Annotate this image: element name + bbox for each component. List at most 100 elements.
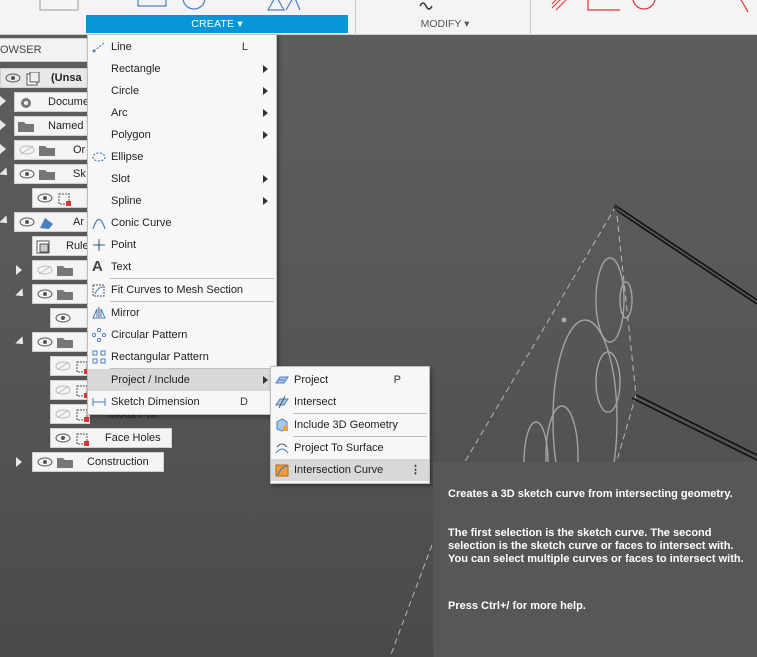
browser-item-analysis[interactable]: Ar [14, 212, 90, 232]
toolbar-separator [530, 0, 531, 34]
folder-icon [18, 120, 34, 132]
more-options-icon[interactable]: ⋮ [410, 459, 421, 481]
expand-arrow-icon[interactable] [0, 144, 6, 154]
eye-icon[interactable] [19, 217, 35, 227]
fit-curves-icon [92, 284, 105, 297]
submenu-arrow-icon [263, 87, 268, 95]
eye-hidden-icon[interactable] [19, 145, 35, 155]
browser-item-folder[interactable] [32, 260, 90, 280]
eye-hidden-icon[interactable] [55, 361, 71, 371]
browser-item-folder[interactable] [32, 284, 90, 304]
menu-item-circular-pattern[interactable]: Circular Pattern [88, 324, 276, 346]
analysis-icon [39, 216, 55, 229]
eye-icon[interactable] [37, 457, 53, 467]
submenu-arrow-icon [263, 376, 268, 384]
browser-item-sketch[interactable] [32, 188, 90, 208]
rule-icon [36, 240, 52, 254]
project-include-submenu: Project P Intersect Include 3D Geometry P… [270, 366, 430, 484]
sketch-icon [57, 192, 73, 206]
browser-item-label: Sk [73, 168, 86, 180]
eye-icon[interactable] [37, 289, 53, 299]
browser-item-rule[interactable]: Rule [32, 236, 90, 256]
eye-hidden-icon[interactable] [55, 409, 71, 419]
menu-item-ellipse[interactable]: Ellipse [88, 146, 276, 168]
menu-item-text[interactable]: A Text [88, 256, 276, 278]
expand-arrow-icon[interactable] [0, 120, 6, 130]
conic-curve-icon [92, 218, 106, 230]
menu-item-rectangle[interactable]: Rectangle [88, 58, 276, 80]
eye-icon[interactable] [55, 313, 71, 323]
menu-item-sketch-dimension[interactable]: Sketch Dimension D [88, 391, 276, 413]
menu-item-intersection-curve[interactable]: Intersection Curve ⋮ [271, 459, 429, 481]
circular-pattern-icon [92, 328, 106, 342]
folder-icon [57, 264, 73, 276]
toolbar-separator [355, 0, 356, 34]
component-icon [25, 71, 41, 86]
sketch-icon [75, 432, 91, 446]
menu-item-include-3d-geometry[interactable]: Include 3D Geometry [271, 414, 429, 436]
intersection-curve-icon [275, 464, 289, 477]
menu-item-rectangular-pattern[interactable]: Rectangular Pattern [88, 346, 276, 368]
menu-item-slot[interactable]: Slot [88, 168, 276, 190]
menu-item-project[interactable]: Project P [271, 369, 429, 391]
menu-item-line[interactable]: Line L [88, 36, 276, 58]
browser-header[interactable]: OWSER [0, 38, 89, 62]
gear-icon [18, 96, 34, 108]
eye-icon[interactable] [5, 73, 21, 83]
expand-arrow-icon[interactable] [16, 457, 22, 467]
intersect-icon [275, 395, 289, 409]
menu-item-project-to-surface[interactable]: Project To Surface [271, 437, 429, 459]
expand-arrow-icon[interactable] [0, 96, 6, 106]
menu-item-circle[interactable]: Circle [88, 80, 276, 102]
menu-item-polygon[interactable]: Polygon [88, 124, 276, 146]
folder-icon [39, 168, 55, 180]
menu-item-intersect[interactable]: Intersect [271, 391, 429, 413]
browser-item-angle-cut[interactable] [50, 404, 90, 424]
submenu-arrow-icon [263, 175, 268, 183]
menu-item-arc[interactable]: Arc [88, 102, 276, 124]
eye-hidden-icon[interactable] [55, 385, 71, 395]
create-menu-button[interactable]: CREATE ▾ [86, 15, 348, 33]
browser-item-sketch[interactable] [50, 356, 90, 376]
toolbar-icons-strip [39, 0, 749, 13]
project-to-surface-icon [275, 443, 289, 454]
project-icon [275, 376, 289, 384]
browser-root-node[interactable]: (Unsa [0, 68, 90, 88]
menu-item-point[interactable]: Point [88, 234, 276, 256]
eye-icon[interactable] [19, 169, 35, 179]
eye-icon[interactable] [37, 193, 53, 203]
folder-icon [57, 456, 73, 468]
menu-item-conic-curve[interactable]: Conic Curve [88, 212, 276, 234]
browser-item-folder[interactable] [32, 332, 90, 352]
vertex-point [613, 204, 619, 210]
browser-item-face-holes[interactable]: Face Holes [50, 428, 172, 448]
sketch-dimension-icon [92, 398, 106, 406]
rectangular-pattern-icon [92, 350, 106, 364]
expand-arrow-icon[interactable] [16, 265, 22, 275]
tooltip-summary: Creates a 3D sketch curve from intersect… [448, 488, 733, 500]
eye-hidden-icon[interactable] [37, 265, 53, 275]
browser-item-document-settings[interactable]: Docume [14, 92, 90, 112]
browser-item-label: Rule [66, 240, 89, 252]
browser-item-label: Ar [73, 216, 84, 228]
menu-item-mirror[interactable]: Mirror [88, 302, 276, 324]
include-3d-geometry-icon [276, 418, 288, 432]
browser-item-label: Docume [48, 96, 89, 108]
eye-icon[interactable] [37, 337, 53, 347]
submenu-arrow-icon [263, 65, 268, 73]
point-icon [93, 239, 105, 251]
browser-item-body[interactable] [50, 308, 90, 328]
line-icon [92, 42, 105, 53]
browser-item-sketches[interactable]: Sk [14, 164, 90, 184]
browser-item-sketch[interactable] [50, 380, 90, 400]
menu-item-spline[interactable]: Spline [88, 190, 276, 212]
menu-item-fit-curves[interactable]: Fit Curves to Mesh Section [88, 279, 276, 301]
submenu-arrow-icon [263, 109, 268, 117]
browser-item-named-views[interactable]: Named V [14, 116, 90, 136]
eye-icon[interactable] [55, 433, 71, 443]
ellipse-icon [92, 152, 106, 162]
menu-item-project-include[interactable]: Project / Include [88, 369, 276, 391]
modify-menu-button[interactable]: MODIFY ▾ [395, 15, 495, 33]
browser-item-origin[interactable]: Or [14, 140, 90, 160]
browser-item-construction[interactable]: Construction [32, 452, 164, 472]
